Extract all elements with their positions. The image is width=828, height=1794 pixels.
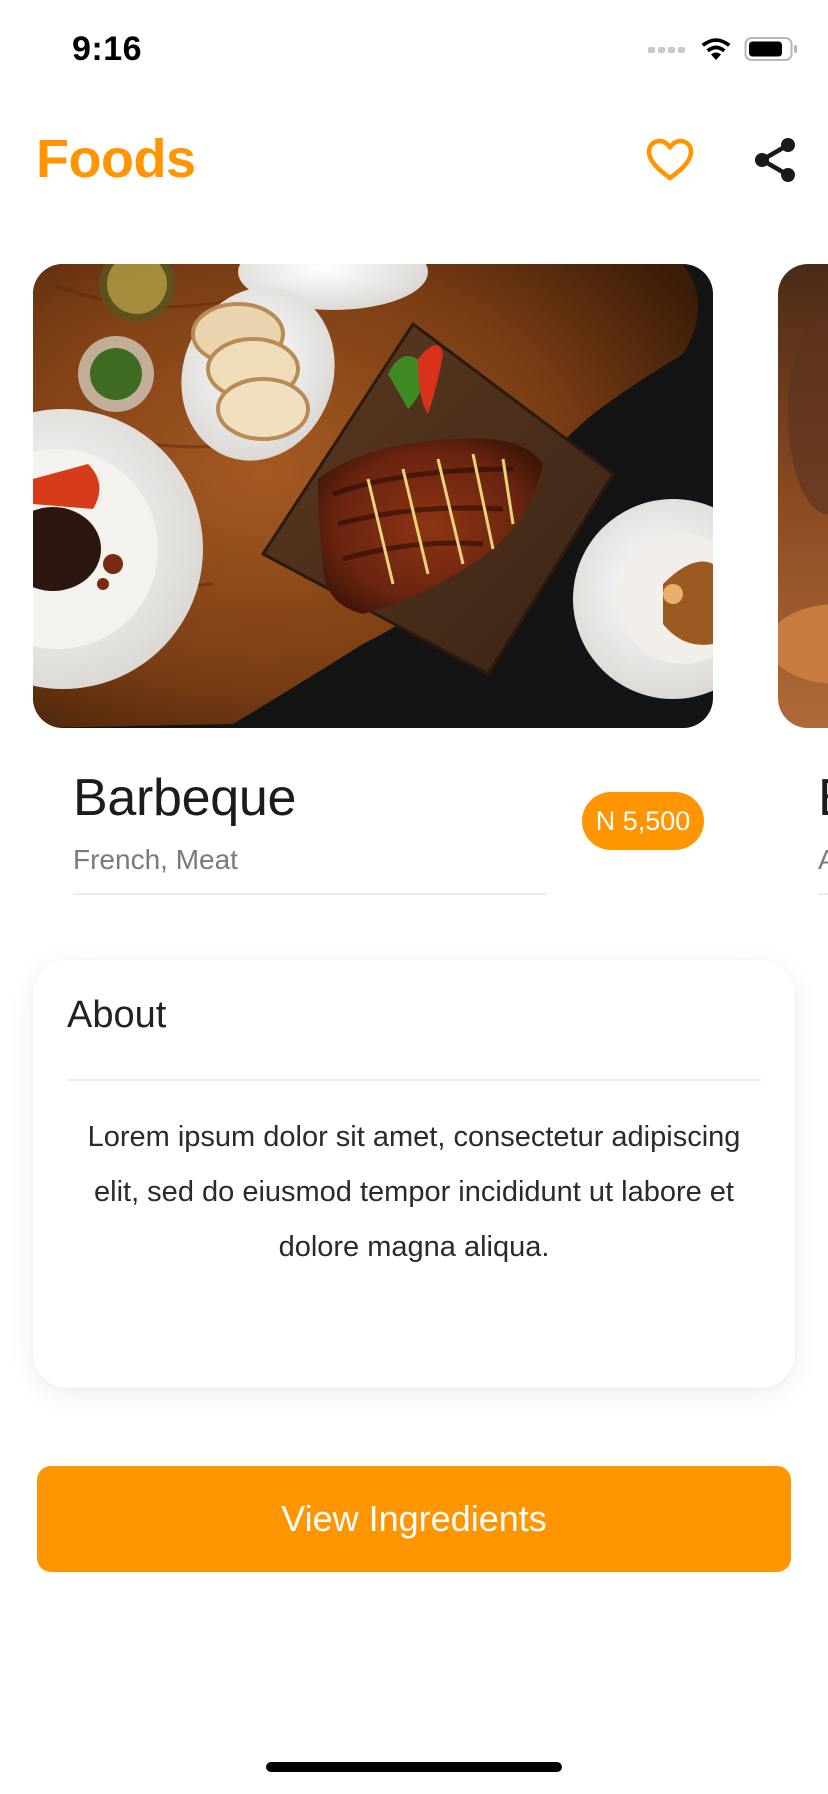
divider	[818, 893, 828, 895]
status-bar: 9:16	[0, 0, 828, 100]
about-title: About	[67, 994, 167, 1036]
app-header: Foods	[0, 120, 828, 200]
price-badge: N 5,500	[582, 792, 704, 850]
cellular-signal-icon	[648, 42, 688, 60]
food-tags: A	[818, 844, 828, 875]
view-ingredients-button[interactable]: View Ingredients	[37, 1466, 791, 1572]
favorite-button[interactable]	[640, 132, 700, 192]
status-time: 9:16	[72, 30, 143, 68]
status-icons	[648, 36, 798, 66]
food-image	[778, 264, 828, 728]
page-title: Foods	[36, 129, 196, 189]
heart-outline-icon	[646, 138, 694, 187]
food-card[interactable]: B A	[778, 264, 828, 895]
food-card[interactable]: Barbeque French, Meat N 5,500	[33, 264, 713, 895]
about-card: About Lorem ipsum dolor sit amet, consec…	[33, 960, 795, 1388]
food-name: Barbeque	[73, 769, 297, 827]
divider	[67, 1079, 761, 1081]
food-image	[33, 264, 713, 728]
food-info: B A	[778, 728, 828, 895]
share-button[interactable]	[745, 132, 805, 192]
home-indicator[interactable]	[266, 1762, 562, 1772]
food-name: B	[818, 768, 828, 828]
about-description: Lorem ipsum dolor sit amet, consectetur …	[87, 1121, 741, 1263]
share-icon	[753, 137, 797, 188]
wifi-icon	[700, 36, 732, 67]
divider	[73, 893, 547, 895]
food-carousel[interactable]: Barbeque French, Meat N 5,500 A	[0, 264, 828, 924]
food-tags: French, Meat	[73, 844, 238, 875]
battery-icon	[744, 36, 798, 67]
